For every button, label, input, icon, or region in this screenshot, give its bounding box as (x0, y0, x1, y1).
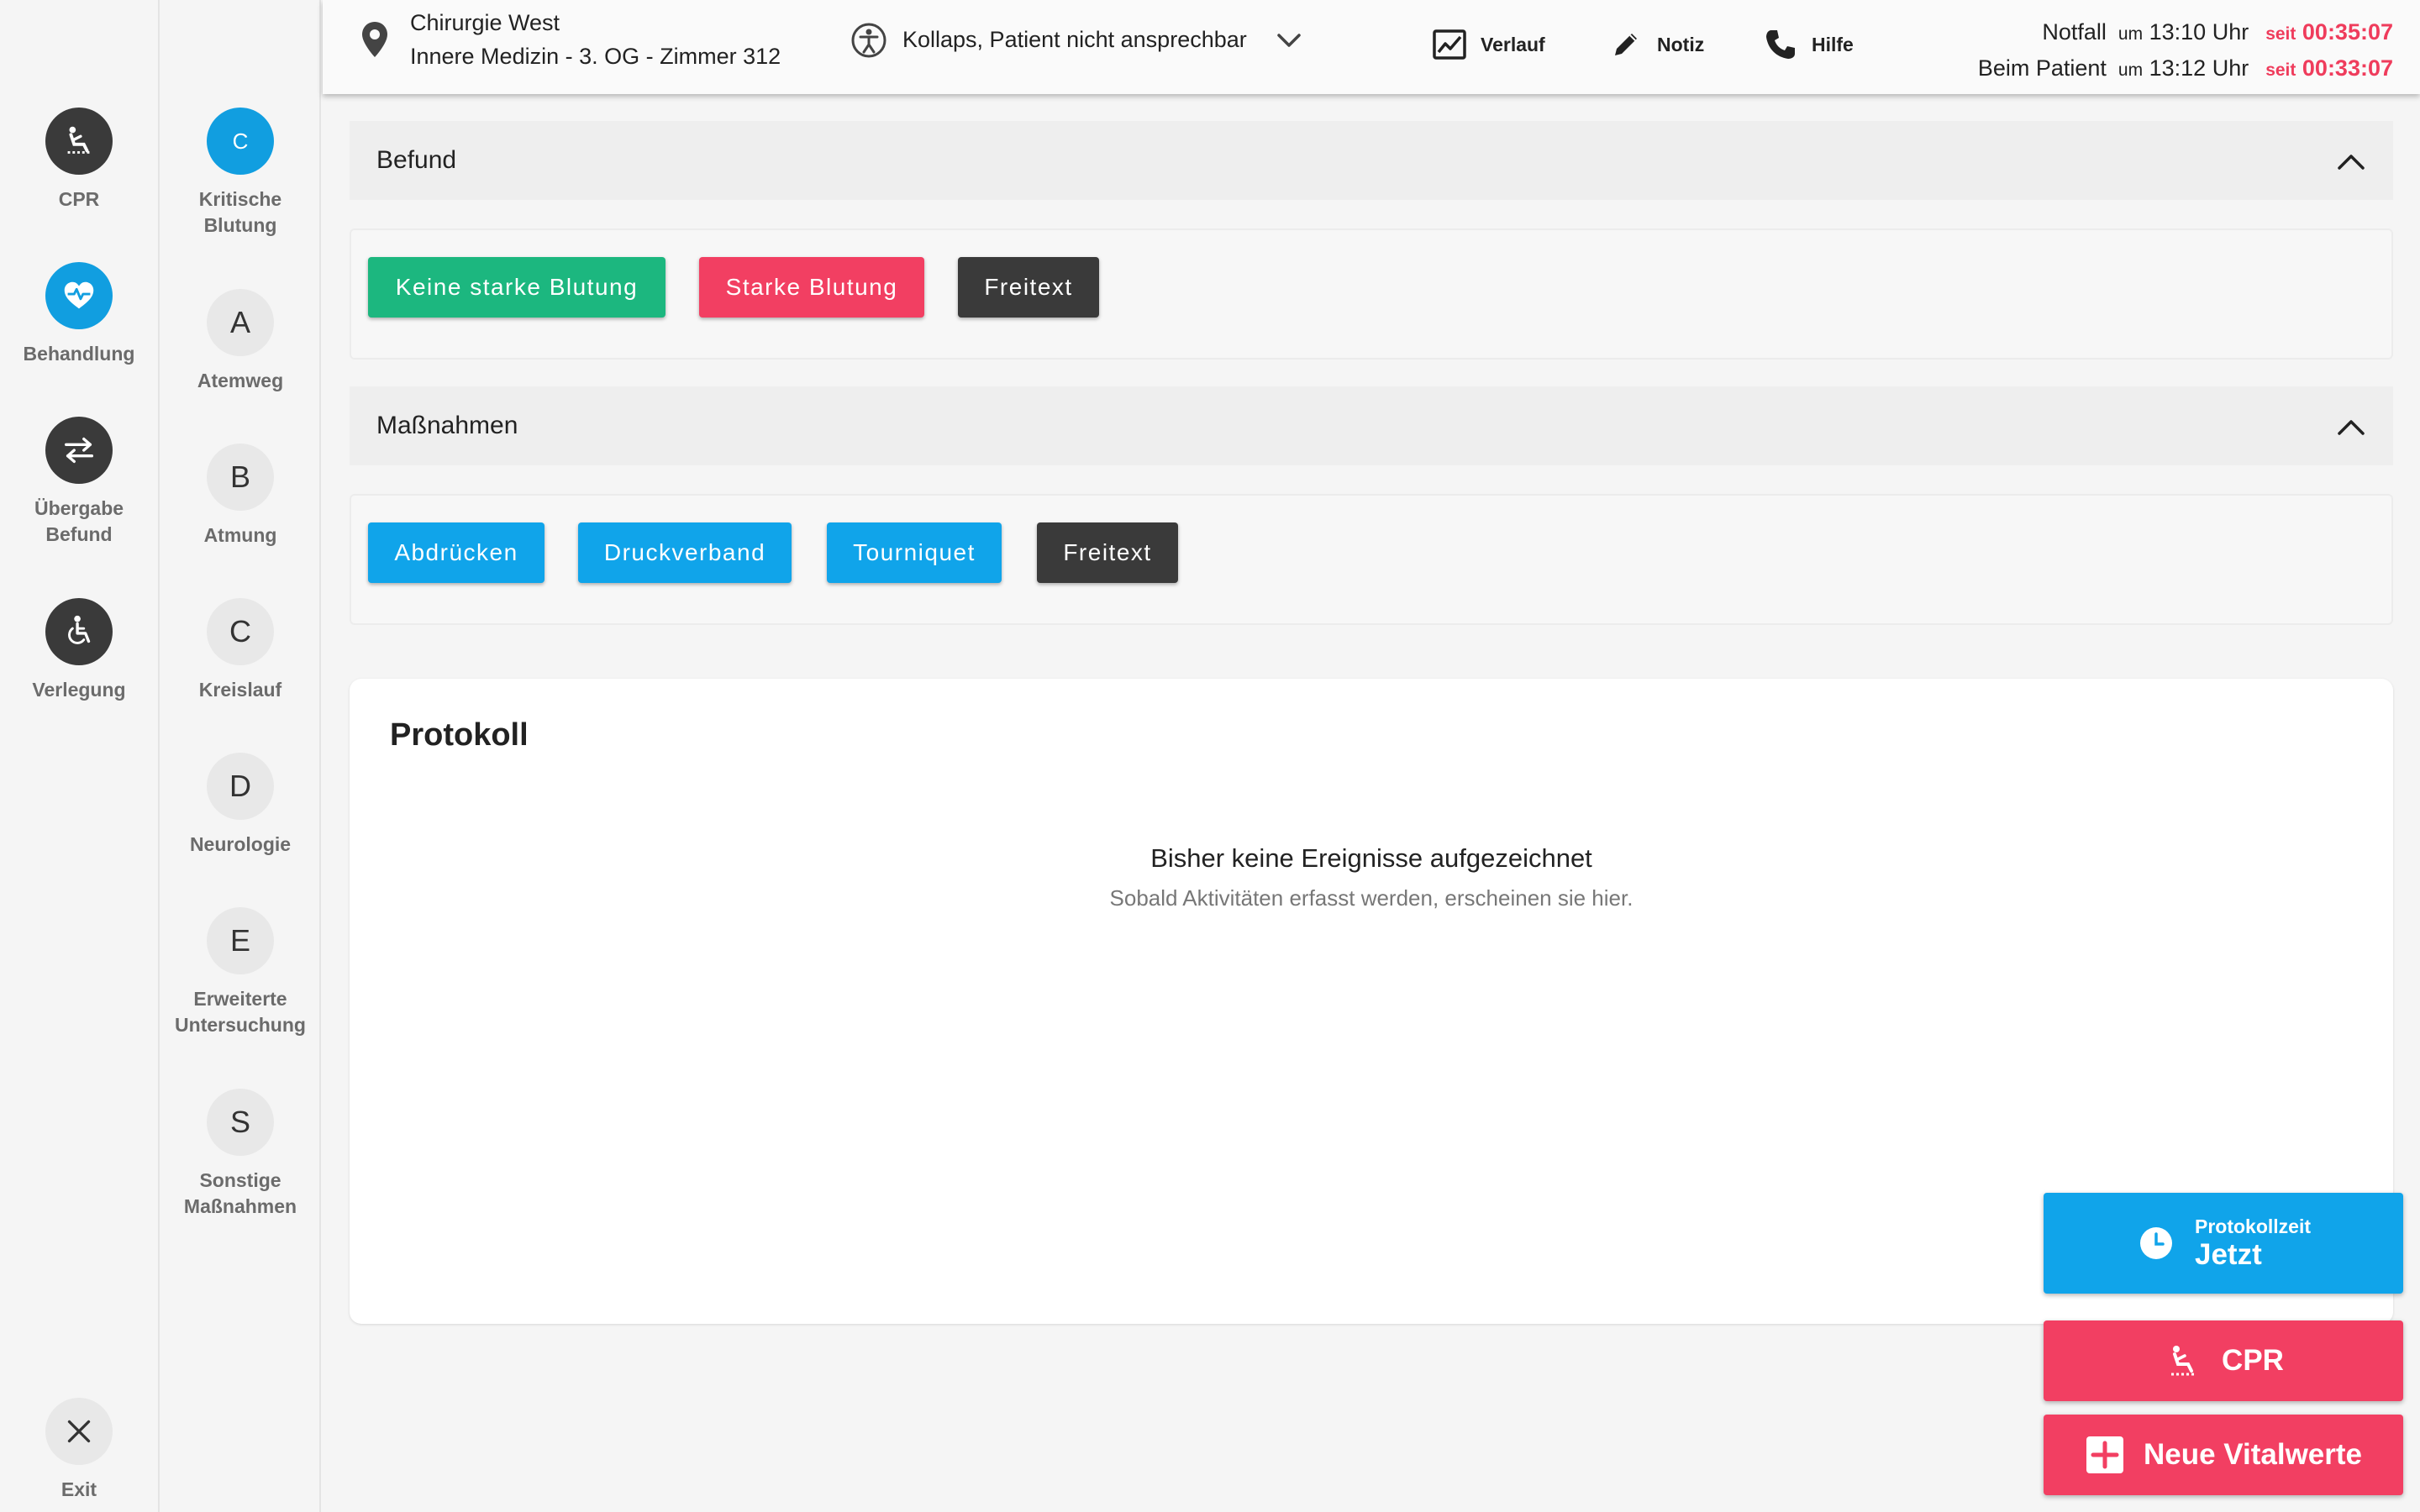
nav-uebergabe-befund[interactable]: Übergabe Befund (0, 417, 158, 548)
nav-atmung[interactable]: B Atmung (161, 444, 319, 549)
location-room: Innere Medizin - 3. OG - Zimmer 312 (410, 44, 781, 69)
nav-cpr-label: CPR (58, 188, 100, 210)
nav-atmung-label: Atmung (203, 524, 277, 546)
nav-sonstige-label-2: Maßnahmen (183, 1195, 297, 1217)
protokollzeit-label: Protokollzeit (2194, 1215, 2311, 1237)
nav-erweiterte-label-2: Untersuchung (175, 1014, 306, 1036)
nav-erweiterte-untersuchung[interactable]: E Erweiterte Untersuchung (161, 907, 319, 1038)
starke-blutung-button[interactable]: Starke Blutung (699, 257, 924, 318)
chevron-down-icon[interactable] (1276, 29, 1302, 52)
nav-verlegung[interactable]: Verlegung (0, 598, 158, 703)
body-figure-icon (851, 23, 886, 58)
hilfe-button[interactable]: Hilfe (1763, 27, 1854, 62)
patient-duration: 00:33:07 (2302, 55, 2393, 81)
befund-freitext-button[interactable]: Freitext (958, 257, 1099, 318)
nav-exit-label: Exit (60, 1478, 97, 1500)
patient-timer: Beim Patient um 13:12 Uhr seit 00:33:07 (1977, 55, 2393, 81)
verlauf-label: Verlauf (1481, 33, 1545, 55)
clock-icon (2139, 1227, 2172, 1259)
location-pin-icon (362, 22, 387, 57)
protokollzeit-value: Jetzt (2194, 1237, 2262, 1271)
letter-badge-b: B (207, 444, 274, 511)
nav-neurologie-label: Neurologie (189, 833, 292, 855)
chevron-up-icon[interactable] (2334, 412, 2368, 442)
letter-badge-c2: C (207, 598, 274, 665)
nav-verlegung-label: Verlegung (32, 679, 126, 701)
befund-title: Befund (376, 146, 457, 174)
pencil-icon (1615, 34, 1637, 55)
massnahmen-section-header[interactable]: Maßnahmen (350, 386, 2393, 465)
notiz-label: Notiz (1657, 33, 1705, 55)
timers: Notfall um 13:10 Uhr seit 00:35:07 Beim Pa… (1978, 15, 2393, 87)
druckverband-button[interactable]: Druckverband (578, 522, 792, 583)
nav-behandlung-label: Behandlung (23, 343, 135, 365)
nav-kritische-label-2: Blutung (203, 214, 277, 236)
cpr-action-button[interactable]: CPR (2044, 1320, 2403, 1401)
letter-badge-d: D (207, 753, 274, 820)
plus-box-icon (2086, 1436, 2123, 1473)
letter-badge-a: A (207, 289, 274, 356)
neue-vitalwerte-label: Neue Vitalwerte (2143, 1438, 2363, 1471)
chart-line-icon (1433, 29, 1466, 60)
verlauf-button[interactable]: Verlauf (1432, 27, 1545, 62)
notiz-button[interactable]: Notiz (1608, 27, 1704, 62)
nav-kritische-label-1: Kritische (198, 188, 282, 210)
location-ward: Chirurgie West (410, 10, 560, 35)
cpr-icon (2171, 1346, 2196, 1376)
massnahmen-section-body: Abdrücken Druckverband Tourniquet Freite… (350, 494, 2393, 625)
keine-starke-blutung-button[interactable]: Keine starke Blutung (368, 257, 666, 318)
primary-rail: CPR Behandlung Übergabe Befund Verlegung… (0, 0, 160, 1512)
chevron-up-icon[interactable] (2334, 146, 2368, 176)
nav-uebergabe-label-2: Befund (45, 523, 113, 545)
nav-kreislauf[interactable]: C Kreislauf (161, 598, 319, 703)
nav-uebergabe-label-1: Übergabe (34, 497, 124, 519)
nav-behandlung[interactable]: Behandlung (0, 262, 158, 367)
swap-arrows-icon (45, 417, 113, 484)
wheelchair-icon (45, 598, 113, 665)
nav-exit[interactable]: Exit (0, 1398, 158, 1503)
top-header: Chirurgie West Innere Medizin - 3. OG - … (323, 0, 2420, 94)
neue-vitalwerte-button[interactable]: Neue Vitalwerte (2044, 1415, 2403, 1495)
nav-erweiterte-label-1: Erweiterte (193, 988, 287, 1010)
heart-pulse-icon (45, 262, 113, 329)
nav-atemweg[interactable]: A Atemweg (161, 289, 319, 394)
nav-kritische-blutung[interactable]: C Kritische Blutung (161, 108, 319, 239)
befund-section-body: Keine starke Blutung Starke Blutung Frei… (350, 228, 2393, 360)
nav-cpr[interactable]: CPR (0, 108, 158, 213)
cpr-icon (45, 108, 113, 175)
notfall-duration: 00:35:07 (2302, 19, 2393, 45)
massnahmen-title: Maßnahmen (376, 412, 518, 439)
secondary-rail: C Kritische Blutung A Atemweg B Atmung C… (161, 0, 321, 1512)
tourniquet-button[interactable]: Tourniquet (827, 522, 1002, 583)
letter-badge-s: S (207, 1089, 274, 1156)
close-icon (45, 1398, 113, 1465)
nav-sonstige-massnahmen[interactable]: S Sonstige Maßnahmen (161, 1089, 319, 1220)
phone-icon (1766, 30, 1795, 59)
cpr-action-label: CPR (2222, 1344, 2284, 1377)
nav-kreislauf-label: Kreislauf (198, 679, 282, 701)
nav-neurologie[interactable]: D Neurologie (161, 753, 319, 858)
nav-sonstige-label-1: Sonstige (199, 1169, 281, 1191)
protokoll-empty-subtitle: Sobald Aktivitäten erfasst werden, ersch… (1109, 885, 1634, 911)
letter-badge-e: E (207, 907, 274, 974)
protokoll-title: Protokoll (390, 717, 529, 753)
massnahmen-freitext-button[interactable]: Freitext (1037, 522, 1178, 583)
abdruecken-button[interactable]: Abdrücken (368, 522, 544, 583)
letter-badge-c: C (207, 108, 274, 175)
diagnosis-select[interactable]: Kollaps, Patient nicht ansprechbar (902, 27, 1247, 53)
protokoll-empty-title: Bisher keine Ereignisse aufgezeichnet (1150, 843, 1592, 873)
nav-atemweg-label: Atemweg (197, 370, 284, 391)
protokollzeit-button[interactable]: Protokollzeit Jetzt (2044, 1193, 2403, 1294)
hilfe-label: Hilfe (1812, 33, 1854, 55)
notfall-timer: Notfall um 13:10 Uhr seit 00:35:07 (2042, 19, 2393, 45)
befund-section-header[interactable]: Befund (350, 121, 2393, 200)
